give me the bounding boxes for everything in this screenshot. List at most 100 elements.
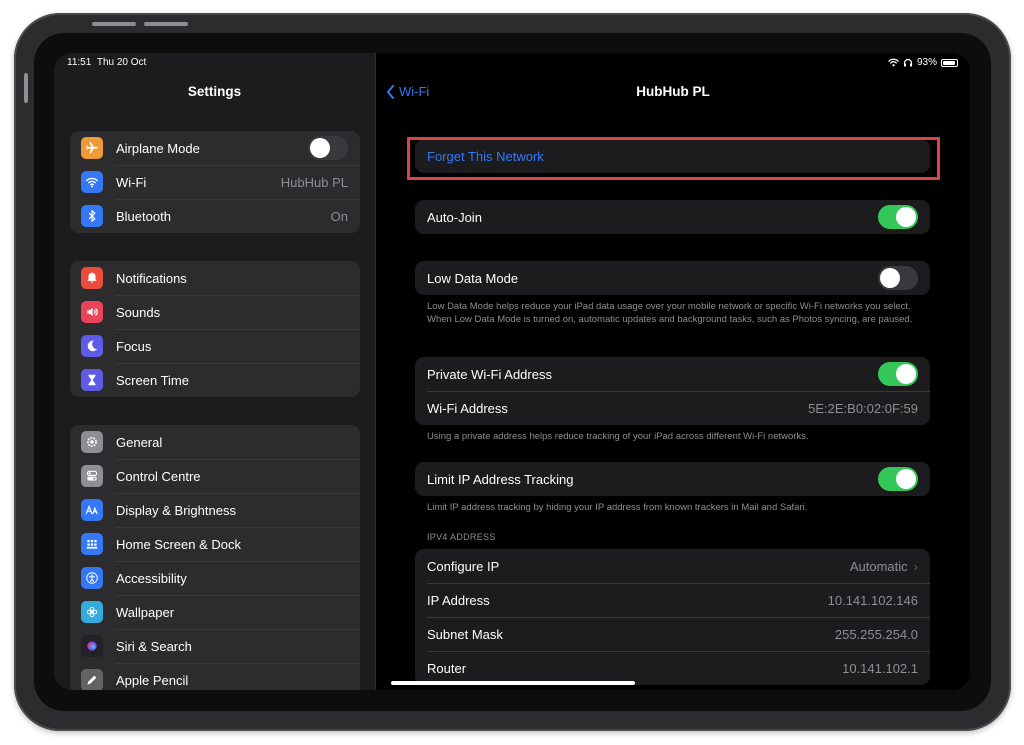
sidebar-item-screen-time[interactable]: Screen Time [70,363,360,397]
low-data-card: Low Data Mode [415,261,930,295]
sidebar-item-label: Display & Brightness [116,502,236,518]
airplane-icon [81,137,103,159]
sidebar-item-apple-pencil[interactable]: Apple Pencil [70,663,360,690]
sidebar-item-label: Siri & Search [116,638,192,654]
sidebar-item-display-brightness[interactable]: Display & Brightness [70,493,360,527]
sidebar-item-label: Control Centre [116,468,201,484]
router-value: 10.141.102.1 [842,660,918,676]
limit-ip-card: Limit IP Address Tracking [415,462,930,496]
low-data-label: Low Data Mode [427,270,519,286]
private-address-footnote: Using a private address helps reduce tra… [427,431,809,442]
sidebar-item-label: Accessibility [116,570,187,586]
sidebar-title: Settings [187,84,242,99]
configure-ip-value: Automatic [849,558,908,574]
headphones-icon [903,58,913,67]
bluetooth-value: On [330,208,348,224]
auto-join-toggle[interactable] [878,205,918,229]
subnet-mask-label: Subnet Mask [427,626,503,642]
status-time: 11:51 Thu 20 Oct [67,57,147,68]
sidebar-item-airplane-mode[interactable]: Airplane Mode [70,131,360,165]
sidebar-item-label: General [116,434,163,450]
configure-ip-row[interactable]: Configure IP Automatic › [415,549,930,583]
sidebar-item-sounds[interactable]: Sounds [70,295,360,329]
sidebar-item-label: Notifications [116,270,187,286]
wifi-address-row: Wi-Fi Address 5E:2E:B0:02:0F:59 [415,391,930,425]
limit-ip-label: Limit IP Address Tracking [427,471,574,487]
sidebar-item-home-screen-dock[interactable]: Home Screen & Dock [70,527,360,561]
flower-icon [81,601,103,623]
private-address-card: Private Wi-Fi Address Wi-Fi Address 5E:2… [415,357,930,425]
sidebar-item-wallpaper[interactable]: Wallpaper [70,595,360,629]
home-indicator[interactable] [391,681,635,685]
sidebar-group-notifications: Notifications Sounds Focus Screen Time [70,261,360,397]
sidebar-item-label: Airplane Mode [116,140,200,156]
auto-join-card: Auto-Join [415,200,930,234]
private-address-toggle[interactable] [878,362,918,386]
auto-join-label: Auto-Join [427,209,482,225]
ip-address-value: 10.141.102.146 [827,592,918,608]
sidebar-item-control-centre[interactable]: Control Centre [70,459,360,493]
sidebar-item-label: Focus [116,338,152,354]
side-button [24,73,28,103]
router-row: Router 10.141.102.1 [415,651,930,685]
ipad-screen: 11:51 Thu 20 Oct Settings Airplane Mode … [54,53,970,690]
siri-icon [81,635,103,657]
subnet-mask-row: Subnet Mask 255.255.254.0 [415,617,930,651]
top-button [92,22,136,26]
ipv4-card: Configure IP Automatic › IP Address 10.1… [415,549,930,685]
low-data-footnote: Low Data Mode helps reduce your iPad dat… [427,301,913,325]
private-address-label: Private Wi-Fi Address [427,366,552,382]
page-title: HubHub PL [636,84,710,99]
auto-join-row: Auto-Join [415,200,930,234]
hourglass-icon [81,369,103,391]
sidebar-item-label: Home Screen & Dock [116,536,241,552]
ipv4-section-header: IPV4 ADDRESS [427,532,496,542]
text-size-icon [81,499,103,521]
limit-ip-toggle[interactable] [878,467,918,491]
wifi-icon [81,171,103,193]
wifi-address-label: Wi-Fi Address [427,400,508,416]
sidebar-item-label: Wi-Fi [116,174,147,190]
sidebar-item-label: Apple Pencil [116,672,189,688]
switches-icon [81,465,103,487]
sidebar-item-focus[interactable]: Focus [70,329,360,363]
sidebar-item-label: Bluetooth [116,208,171,224]
wifi-status-icon [888,58,899,67]
limit-ip-footnote: Limit IP address tracking by hiding your… [427,502,808,513]
sidebar-item-wifi[interactable]: Wi-Fi HubHub PL [70,165,360,199]
speaker-icon [81,301,103,323]
wifi-detail-pane: 93% Wi-Fi HubHub PL Forget This Network … [376,53,970,690]
sidebar-item-bluetooth[interactable]: Bluetooth On [70,199,360,233]
top-button [144,22,188,26]
settings-sidebar: 11:51 Thu 20 Oct Settings Airplane Mode … [54,53,375,690]
grid-icon [81,533,103,555]
bluetooth-icon [81,205,103,227]
sidebar-group-general: General Control Centre Display & Brightn… [70,425,360,690]
airplane-mode-toggle[interactable] [308,136,348,160]
sidebar-item-accessibility[interactable]: Accessibility [70,561,360,595]
sidebar-item-label: Wallpaper [116,604,175,620]
pencil-icon [81,669,103,690]
accessibility-icon [81,567,103,589]
limit-ip-row: Limit IP Address Tracking [415,462,930,496]
sidebar-item-general[interactable]: General [70,425,360,459]
sidebar-item-notifications[interactable]: Notifications [70,261,360,295]
gear-icon [81,431,103,453]
subnet-mask-value: 255.255.254.0 [834,626,918,642]
wifi-address-value: 5E:2E:B0:02:0F:59 [808,400,918,416]
sidebar-group-connectivity: Airplane Mode Wi-Fi HubHub PL Bluetooth … [70,131,360,233]
wifi-value: HubHub PL [280,174,348,190]
ip-address-row: IP Address 10.141.102.146 [415,583,930,617]
ip-address-label: IP Address [427,592,490,608]
battery-percent: 93% [916,57,937,68]
router-label: Router [427,660,467,676]
battery-icon [941,58,958,67]
sidebar-item-label: Sounds [116,304,161,320]
low-data-row: Low Data Mode [415,261,930,295]
highlight-box [407,137,940,180]
configure-ip-label: Configure IP [427,558,500,574]
sidebar-item-siri-search[interactable]: Siri & Search [70,629,360,663]
sidebar-item-label: Screen Time [116,372,189,388]
low-data-toggle[interactable] [878,266,918,290]
private-address-row: Private Wi-Fi Address [415,357,930,391]
